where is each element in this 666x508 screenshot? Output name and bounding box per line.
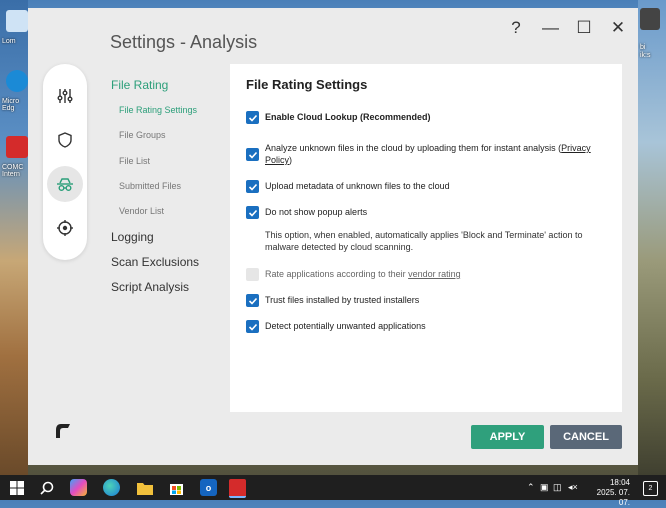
checkmark-icon (248, 209, 257, 217)
popup-alerts-note: This option, when enabled, automatically… (265, 230, 583, 252)
outlook-icon[interactable]: o (200, 479, 217, 496)
sliders-icon (57, 89, 73, 103)
help-button[interactable]: ? (508, 19, 524, 36)
option-label-text: Rate applications according to their (265, 269, 409, 279)
option-cloud-lookup: Enable Cloud Lookup (Recommended) (246, 111, 431, 124)
windows-logo-icon (9, 480, 24, 495)
option-label-text: ) (289, 155, 293, 165)
panel-title: File Rating Settings (246, 77, 368, 92)
store-icon[interactable] (168, 479, 185, 496)
settings-window: ? — ☐ ✕ Settings - Analysis File Rating … (28, 8, 638, 465)
option-label: Upload metadata of unknown files to the … (265, 181, 450, 191)
checkbox-vendor-rating[interactable] (246, 268, 259, 281)
checkmark-icon (248, 297, 257, 305)
cancel-button[interactable]: CANCEL (550, 425, 622, 449)
settings-panel: File Rating Settings Enable Cloud Lookup… (230, 64, 622, 412)
rail-protection[interactable] (47, 122, 83, 158)
checkbox-trusted-installers[interactable] (246, 294, 259, 307)
folder-icon (136, 482, 153, 495)
option-label: Analyze unknown files in the cloud by up… (265, 142, 595, 166)
nav-file-rating-settings[interactable]: File Rating Settings (119, 105, 197, 115)
nav-logging[interactable]: Logging (111, 230, 154, 244)
option-label: Rate applications according to their ven… (265, 268, 461, 280)
checkbox-no-popup[interactable] (246, 206, 259, 219)
copilot-icon[interactable] (70, 479, 87, 496)
outlook-glyph: o (205, 482, 212, 493)
desktop-wallpaper-right (638, 0, 666, 475)
option-label: Enable Cloud Lookup (Recommended) (265, 112, 431, 122)
option-vendor-rating: Rate applications according to their ven… (246, 268, 461, 281)
spy-hat-icon (57, 178, 73, 191)
tray-printer-icon[interactable]: ▣ (540, 482, 549, 493)
desktop-label: Micro Edg (2, 98, 20, 112)
rail-advanced[interactable] (47, 210, 83, 246)
desktop-label: ik:s (640, 52, 651, 59)
checkmark-icon (248, 114, 257, 122)
nav-submitted-files[interactable]: Submitted Files (119, 181, 181, 191)
shopping-bag-icon (170, 484, 183, 495)
checkbox-upload-metadata[interactable] (246, 180, 259, 193)
checkbox-analyze-unknown[interactable] (246, 148, 259, 161)
edge-icon[interactable] (103, 479, 120, 496)
nav-file-groups[interactable]: File Groups (119, 130, 166, 140)
minimize-button[interactable]: — (542, 19, 559, 36)
desktop-label: Lom (2, 38, 16, 45)
search-button[interactable] (38, 479, 55, 496)
comodo-taskbar-icon[interactable] (229, 479, 246, 498)
checkmark-icon (248, 183, 257, 191)
checkmark-icon (248, 323, 257, 331)
recycle-bin-icon[interactable] (6, 10, 28, 32)
checkmark-icon (248, 151, 257, 159)
rail-analysis[interactable] (47, 166, 83, 202)
apply-button[interactable]: APPLY (471, 425, 544, 449)
window-controls: ? — ☐ ✕ (508, 19, 626, 36)
comodo-desktop-icon[interactable] (6, 136, 28, 158)
nav-scan-exclusions[interactable]: Scan Exclusions (111, 255, 199, 269)
taskbar: o ⌃ ▣ ◫ ◂× 18:04 2025. 07. 07. 2 (0, 475, 666, 507)
shield-icon (58, 132, 72, 148)
option-detect-pua: Detect potentially unwanted applications (246, 320, 426, 333)
maximize-button[interactable]: ☐ (576, 19, 592, 36)
nav-script-analysis[interactable]: Script Analysis (111, 280, 189, 294)
desktop-label: bi (640, 44, 646, 51)
file-explorer-icon[interactable] (136, 479, 153, 496)
tray-chevron-icon[interactable]: ⌃ (527, 482, 535, 493)
close-button[interactable]: ✕ (610, 19, 626, 36)
option-label: Trust files installed by trusted install… (265, 295, 420, 305)
taskbar-clock[interactable]: 18:04 2025. 07. 07. (588, 478, 630, 508)
crosshair-icon (57, 220, 73, 236)
page-title: Settings - Analysis (110, 32, 258, 52)
option-upload-metadata: Upload metadata of unknown files to the … (246, 180, 450, 193)
desktop-label: COMC Intern (2, 164, 24, 178)
option-trusted-installers: Trust files installed by trusted install… (246, 294, 419, 307)
vendor-rating-link[interactable]: vendor rating (408, 269, 461, 279)
checkbox-cloud-lookup[interactable] (246, 111, 259, 124)
tray-network-icon[interactable]: ◫ (553, 482, 562, 493)
option-label-text: Analyze unknown files in the cloud by up… (265, 143, 562, 153)
start-button[interactable] (8, 479, 25, 496)
desktop-shortcut-icon[interactable] (640, 8, 660, 30)
rail-general[interactable] (47, 78, 83, 114)
notification-badge[interactable]: 2 (643, 481, 658, 496)
option-label: Detect potentially unwanted applications (265, 321, 426, 331)
option-no-popup: Do not show popup alerts (246, 206, 367, 219)
nav-file-list[interactable]: File List (119, 156, 150, 166)
nav-file-rating[interactable]: File Rating (111, 78, 168, 92)
category-icon-rail (43, 64, 87, 260)
search-icon (39, 481, 53, 495)
tray-volume-icon[interactable]: ◂× (568, 482, 578, 493)
nav-vendor-list[interactable]: Vendor List (119, 206, 164, 216)
option-analyze-unknown: Analyze unknown files in the cloud by up… (246, 142, 595, 166)
clock-time: 18:04 (609, 478, 630, 487)
comodo-logo-icon (56, 424, 70, 438)
option-label: Do not show popup alerts (265, 207, 368, 217)
checkbox-detect-pua[interactable] (246, 320, 259, 333)
edge-desktop-icon[interactable] (6, 70, 28, 92)
clock-date: 2025. 07. 07. (596, 488, 630, 507)
